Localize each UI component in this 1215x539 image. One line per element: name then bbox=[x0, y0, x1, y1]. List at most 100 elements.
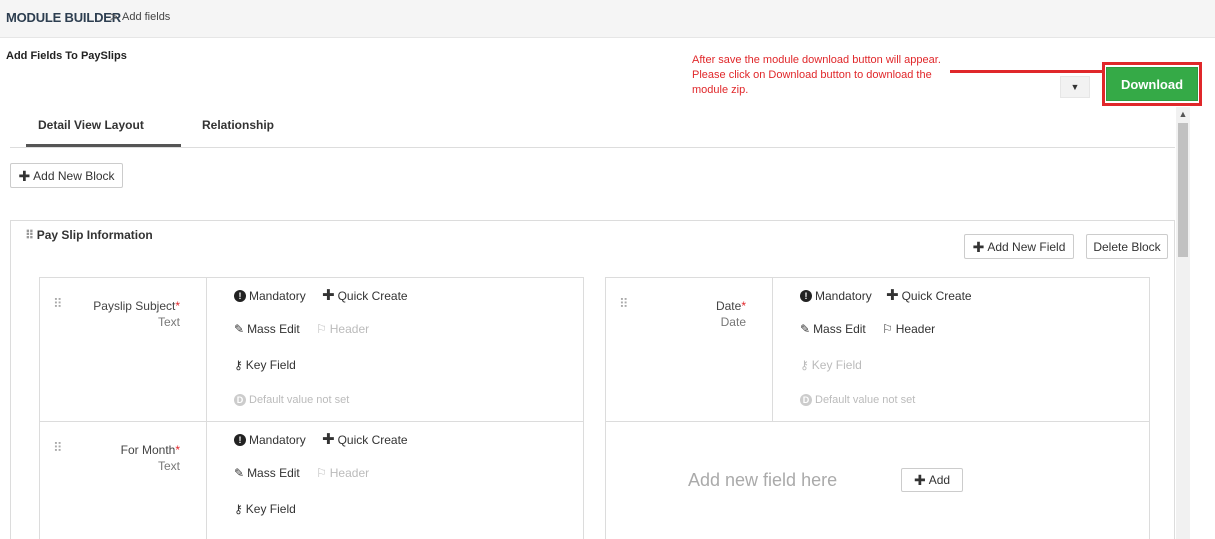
scroll-thumb[interactable] bbox=[1178, 123, 1188, 257]
header-label: Header bbox=[895, 322, 936, 336]
annotation-note: After save the module download button wi… bbox=[692, 54, 941, 96]
add-new-block-label: Add New Block bbox=[33, 168, 115, 183]
mass-edit-label: Mass Edit bbox=[247, 322, 300, 336]
tab-detail-view-layout[interactable]: Detail View Layout bbox=[38, 118, 144, 132]
exclamation-icon: ! bbox=[234, 434, 246, 446]
add-field-button-label: Add bbox=[928, 473, 951, 487]
required-marker: * bbox=[741, 299, 746, 313]
mass-edit-label: Mass Edit bbox=[247, 466, 300, 480]
add-field-placeholder: Add new field here bbox=[688, 470, 838, 490]
plus-icon: ✚ bbox=[322, 287, 335, 304]
download-button[interactable]: Download bbox=[1106, 67, 1198, 101]
default-value-icon: D bbox=[234, 394, 246, 406]
mass-edit-icon: ✎ bbox=[800, 322, 811, 336]
field-type: Text bbox=[157, 315, 180, 329]
mandatory-toggle[interactable]: ! Mandatory bbox=[234, 433, 306, 447]
field-card-divider bbox=[206, 422, 207, 539]
header-toggle[interactable]: ⚐ Header bbox=[316, 322, 369, 336]
key-field-toggle[interactable]: ⚷ Key Field bbox=[800, 358, 862, 372]
caret-down-icon: ▼ bbox=[1070, 82, 1080, 92]
mandatory-label: Mandatory bbox=[249, 289, 306, 303]
required-marker: * bbox=[175, 299, 180, 313]
field-card-date: ⠿ Date* Date ! Mandatory ✚ Quick Create ✎ M… bbox=[605, 277, 1150, 422]
mass-edit-toggle[interactable]: ✎ Mass Edit bbox=[800, 322, 866, 336]
key-field-label: Key Field bbox=[811, 358, 862, 372]
field-name-text: For Month bbox=[120, 443, 176, 457]
mandatory-toggle[interactable]: ! Mandatory bbox=[234, 289, 306, 303]
header-toggle[interactable]: ⚐ Header bbox=[882, 322, 935, 336]
default-value-indicator[interactable]: D Default value not set bbox=[234, 394, 349, 406]
add-new-block-button[interactable]: ✚ Add New Block bbox=[10, 163, 123, 188]
field-card-for-month: ⠿ For Month* Text ! Mandatory ✚ Quick Crea… bbox=[39, 421, 584, 539]
plus-icon: ✚ bbox=[913, 472, 926, 488]
quick-create-label: Quick Create bbox=[337, 433, 408, 447]
pay-slip-information-block: ⠿ Pay Slip Information ✚ Add New Field D… bbox=[10, 220, 1175, 539]
default-value-label: Default value not set bbox=[815, 394, 916, 406]
exclamation-icon: ! bbox=[234, 290, 246, 302]
mass-edit-label: Mass Edit bbox=[813, 322, 866, 336]
mandatory-label: Mandatory bbox=[249, 433, 306, 447]
plus-icon: ✚ bbox=[18, 167, 31, 184]
header-label: Header bbox=[329, 466, 370, 480]
block-header: ⠿ Pay Slip Information bbox=[25, 228, 153, 242]
required-marker: * bbox=[175, 443, 180, 457]
key-field-toggle[interactable]: ⚷ Key Field bbox=[234, 502, 296, 516]
block-title: Pay Slip Information bbox=[36, 228, 153, 242]
plus-icon: ✚ bbox=[972, 238, 985, 255]
mandatory-toggle[interactable]: ! Mandatory bbox=[800, 289, 872, 303]
exclamation-icon: ! bbox=[800, 290, 812, 302]
layout-tabs: Detail View Layout Relationship bbox=[10, 106, 1175, 148]
flag-icon: ⚐ bbox=[316, 322, 327, 336]
quick-create-label: Quick Create bbox=[337, 289, 408, 303]
mass-edit-toggle[interactable]: ✎ Mass Edit bbox=[234, 322, 300, 336]
key-icon: ⚷ bbox=[234, 502, 243, 516]
active-tab-indicator bbox=[26, 144, 181, 147]
key-icon: ⚷ bbox=[800, 358, 809, 372]
flag-icon: ⚐ bbox=[316, 466, 327, 480]
default-value-icon: D bbox=[800, 394, 812, 406]
quick-create-toggle[interactable]: ✚ Quick Create bbox=[886, 287, 972, 304]
quick-create-toggle[interactable]: ✚ Quick Create bbox=[322, 287, 408, 304]
breadcrumb-module-builder[interactable]: MODULE BUILDER bbox=[6, 10, 121, 25]
add-new-field-label: Add New Field bbox=[987, 239, 1066, 254]
flag-icon: ⚐ bbox=[882, 322, 893, 336]
delete-block-button[interactable]: Delete Block bbox=[1086, 234, 1168, 259]
mass-edit-toggle[interactable]: ✎ Mass Edit bbox=[234, 466, 300, 480]
field-card-payslip-subject: ⠿ Payslip Subject* Text ! Mandatory ✚ Quic… bbox=[39, 277, 584, 422]
breadcrumb-bar: MODULE BUILDER > Add fields bbox=[0, 0, 1215, 38]
add-field-button[interactable]: ✚ Add bbox=[901, 468, 963, 492]
page-title: Add Fields To PaySlips bbox=[6, 50, 127, 62]
field-card-divider bbox=[772, 278, 773, 421]
field-name-text: Payslip Subject bbox=[93, 299, 176, 313]
plus-icon: ✚ bbox=[886, 287, 899, 304]
add-field-dropzone[interactable]: Add new field here ✚ Add bbox=[605, 421, 1150, 539]
scroll-up-arrow-icon[interactable]: ▲ bbox=[1176, 107, 1190, 121]
mass-edit-icon: ✎ bbox=[234, 466, 245, 480]
field-type: Date bbox=[720, 315, 746, 329]
field-card-divider bbox=[206, 278, 207, 421]
header-toggle[interactable]: ⚐ Header bbox=[316, 466, 369, 480]
mandatory-label: Mandatory bbox=[815, 289, 872, 303]
key-field-label: Key Field bbox=[245, 358, 296, 372]
header-label: Header bbox=[329, 322, 370, 336]
annotation-arrow-line bbox=[950, 70, 1104, 73]
field-name: Payslip Subject* bbox=[40, 299, 190, 313]
breadcrumb-separator: > bbox=[110, 9, 118, 24]
default-value-indicator[interactable]: D Default value not set bbox=[800, 394, 915, 406]
tab-relationship[interactable]: Relationship bbox=[202, 118, 274, 132]
vertical-scrollbar[interactable]: ▲ bbox=[1176, 107, 1190, 539]
key-field-toggle[interactable]: ⚷ Key Field bbox=[234, 358, 296, 372]
mass-edit-icon: ✎ bbox=[234, 322, 245, 336]
quick-create-label: Quick Create bbox=[901, 289, 972, 303]
plus-icon: ✚ bbox=[322, 431, 335, 448]
quick-create-toggle[interactable]: ✚ Quick Create bbox=[322, 431, 408, 448]
field-name: Date* bbox=[606, 299, 756, 313]
dropdown-toggle[interactable]: ▼ bbox=[1060, 76, 1090, 98]
field-type: Text bbox=[157, 459, 180, 473]
field-name-text: Date bbox=[715, 299, 742, 313]
breadcrumb-add-fields: Add fields bbox=[122, 11, 171, 23]
default-value-label: Default value not set bbox=[249, 394, 350, 406]
field-name: For Month* bbox=[40, 443, 190, 457]
add-new-field-button[interactable]: ✚ Add New Field bbox=[964, 234, 1074, 259]
drag-handle-icon[interactable]: ⠿ bbox=[25, 228, 34, 242]
